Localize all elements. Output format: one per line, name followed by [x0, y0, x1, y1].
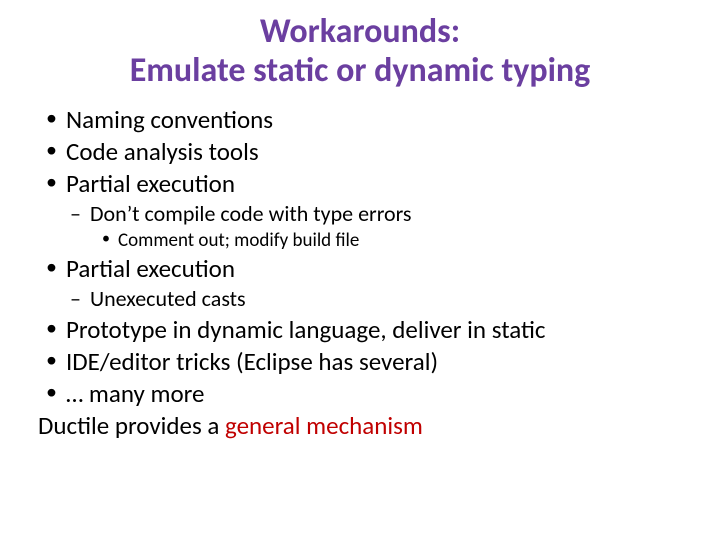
title-line-1: Workarounds:	[260, 11, 460, 52]
bullet-partial-execution-2: Partial execution	[32, 253, 688, 285]
bullet-prototype: Prototype in dynamic language, deliver i…	[32, 314, 688, 346]
title-line-2: Emulate static or dynamic typing	[130, 50, 591, 91]
content-list: Naming conventions Code analysis tools P…	[32, 104, 688, 200]
bullet-unexecuted-casts: Unexecuted casts	[32, 285, 688, 314]
bullet-comment-out: Comment out; modify build file	[32, 229, 688, 254]
closing-line: Ductile provides a general mechanism	[32, 410, 688, 443]
slide-title: Workarounds: Emulate static or dynamic t…	[32, 12, 688, 90]
bullet-many-more: … many more	[32, 378, 688, 410]
content-list-3: Prototype in dynamic language, deliver i…	[32, 314, 688, 410]
closing-highlight: general mechanism	[225, 410, 423, 441]
bullet-partial-execution-1: Partial execution	[32, 168, 688, 200]
bullet-code-analysis: Code analysis tools	[32, 136, 688, 168]
bullet-ide-tricks: IDE/editor tricks (Eclipse has several)	[32, 346, 688, 378]
bullet-naming-conventions: Naming conventions	[32, 104, 688, 136]
subsublist: Comment out; modify build file	[32, 229, 688, 254]
sublist: Don’t compile code with type errors	[32, 200, 688, 229]
slide: Workarounds: Emulate static or dynamic t…	[0, 0, 720, 540]
closing-pre: Ductile provides a	[38, 410, 225, 441]
sublist-2: Unexecuted casts	[32, 285, 688, 314]
content-list-2: Partial execution	[32, 253, 688, 285]
bullet-dont-compile: Don’t compile code with type errors	[32, 200, 688, 229]
